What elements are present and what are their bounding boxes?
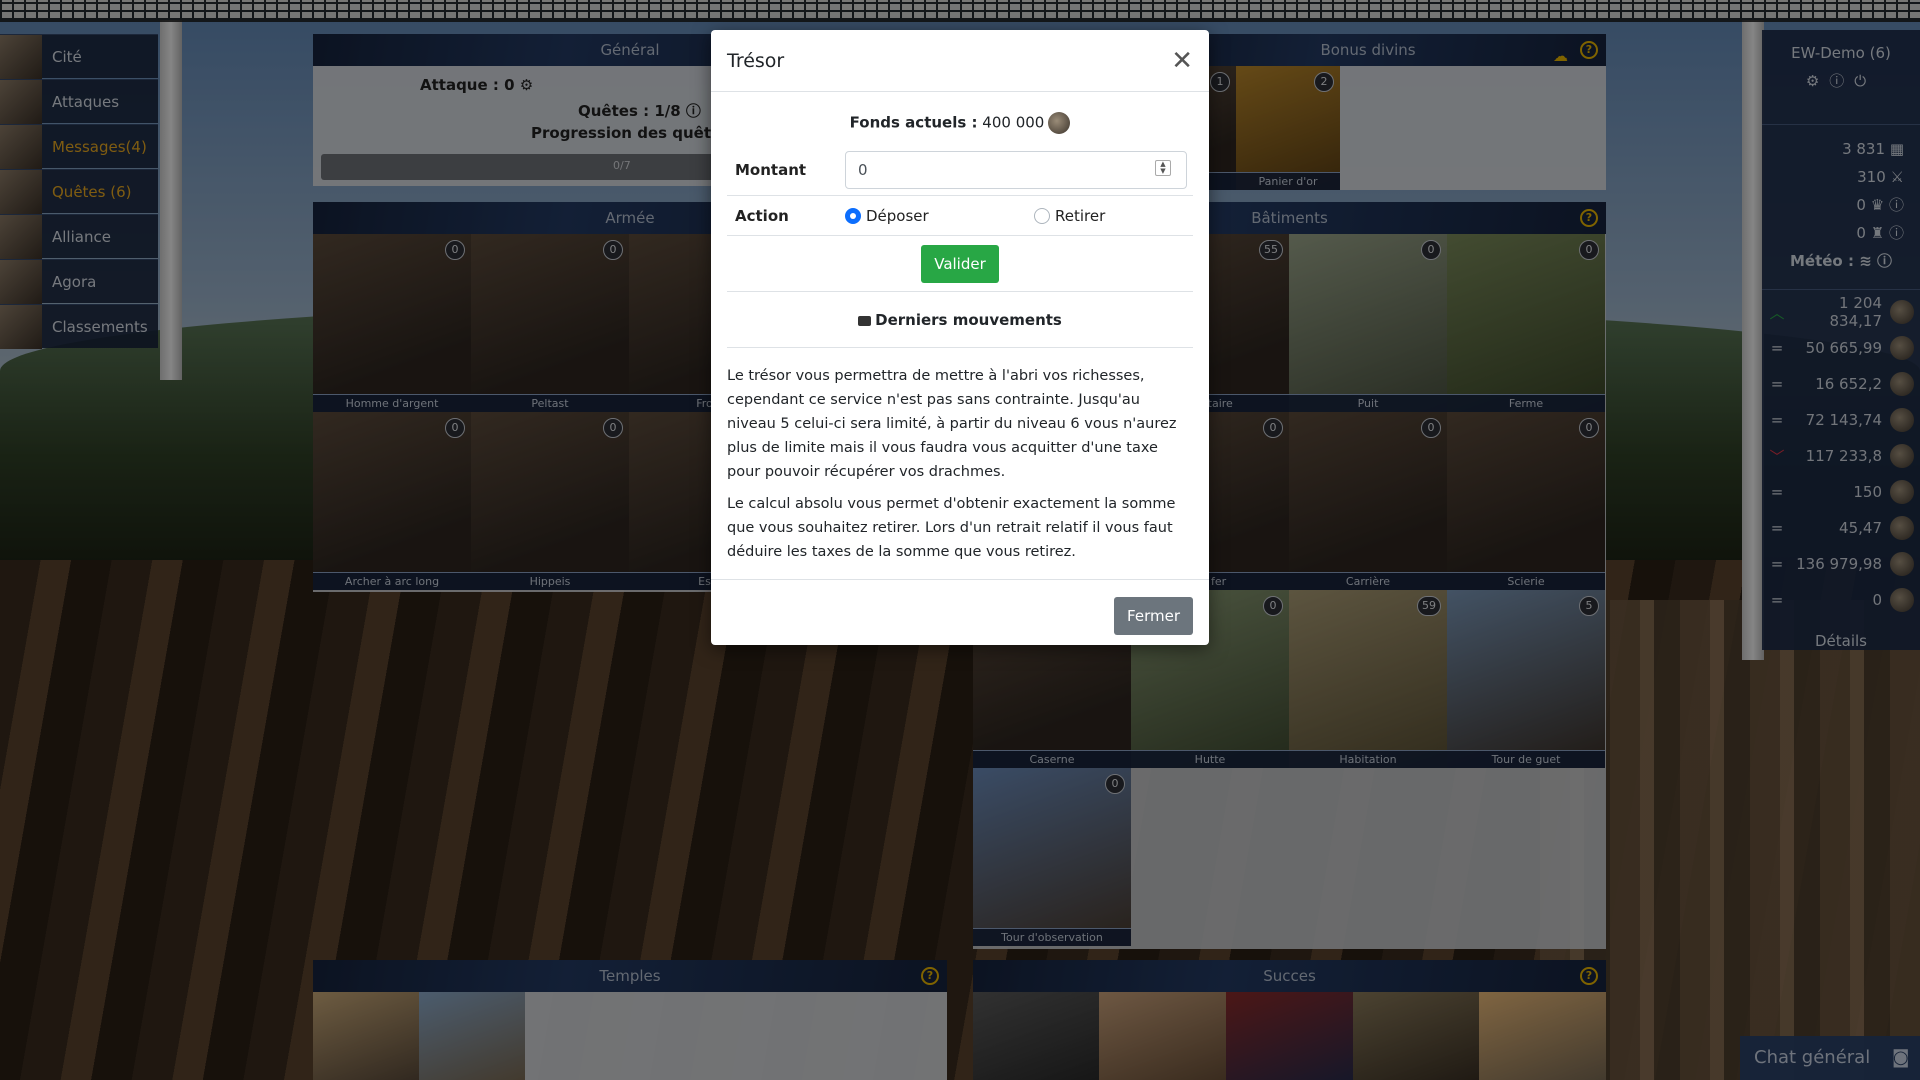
close-button[interactable]: Fermer [1114, 596, 1193, 635]
action-row: Action Déposer Retirer [727, 196, 1193, 236]
funds-value: 400 000 [982, 113, 1045, 132]
radio-selected-icon [845, 207, 861, 224]
withdraw-radio[interactable]: Retirer [1034, 207, 1105, 225]
description-paragraph: Le calcul absolu vous permet d'obtenir e… [727, 496, 1176, 560]
amount-stepper[interactable]: ▲ ▼ [1155, 160, 1171, 176]
amount-input[interactable] [845, 150, 1187, 189]
modal-title: Trésor [727, 49, 785, 72]
deposit-radio[interactable]: Déposer [845, 207, 1034, 225]
amount-label: Montant [735, 160, 807, 179]
modal-footer: Fermer [711, 580, 1209, 651]
action-label: Action [735, 206, 789, 225]
submit-button[interactable]: Valider [921, 244, 999, 283]
radio-icon [1034, 207, 1050, 224]
archive-icon [858, 315, 872, 326]
close-icon[interactable]: ✕ [1171, 48, 1193, 74]
treasury-modal: Trésor ✕ Fonds actuels : 400 000 Montant… [711, 30, 1209, 645]
amount-row: Montant ▲▼ [727, 144, 1193, 196]
recent-moves-toggle[interactable]: Derniers mouvements [727, 292, 1193, 348]
description-paragraph: Le trésor vous permettra de mettre à l'a… [727, 368, 1177, 480]
drachma-icon [1048, 112, 1071, 134]
modal-header: Trésor ✕ [711, 30, 1209, 92]
treasury-description: Le trésor vous permettra de mettre à l'a… [711, 348, 1209, 580]
current-funds: Fonds actuels : 400 000 [727, 92, 1193, 144]
